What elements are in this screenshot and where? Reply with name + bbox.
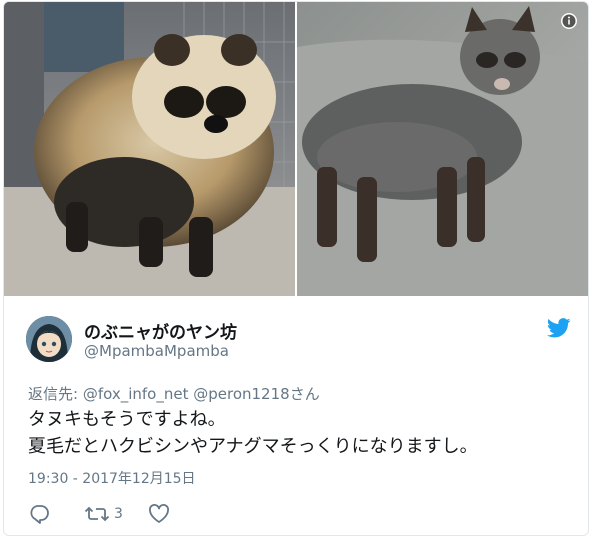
retweet-icon [84,506,110,522]
like-button[interactable] [148,502,170,526]
tweet-card: のぶニャがのヤン坊 @MpambaMpamba 返信先: @fox_info_n… [3,1,589,536]
retweet-count: 3 [114,506,123,522]
mention-link[interactable]: @fox_info_net [83,385,189,403]
photo-right[interactable] [297,2,588,296]
heart-icon [149,504,169,523]
reply-context: 返信先: @fox_info_net @peron1218さん [28,383,320,404]
media-grid[interactable] [4,2,588,296]
reply-suffix: さん [289,385,320,403]
tweet-line: タヌキもそうですよね。 [28,409,226,430]
tweet-timestamp[interactable]: 19:30 - 2017年12月15日 [28,468,196,488]
tweet-line: 夏毛だとハクビシンやアナグマそっくりになりますし。 [28,436,478,457]
tweet-text: タヌキもそうですよね。 夏毛だとハクビシンやアナグマそっくりになりますし。 [28,406,478,460]
photo-left[interactable] [4,2,295,296]
reply-button[interactable] [28,502,50,526]
reply-icon [30,505,49,524]
retweet-button[interactable]: 3 [84,502,123,526]
tweet-header: のぶニャがのヤン坊 @MpambaMpamba [26,316,571,366]
avatar[interactable] [26,316,72,362]
info-icon[interactable] [560,12,578,30]
mention-link[interactable]: @peron1218 [193,385,289,403]
user-handle[interactable]: @MpambaMpamba [84,342,229,360]
display-name[interactable]: のぶニャがのヤン坊 [84,318,237,343]
twitter-bird-icon[interactable] [547,318,571,338]
reply-prefix: 返信先: [28,385,83,403]
